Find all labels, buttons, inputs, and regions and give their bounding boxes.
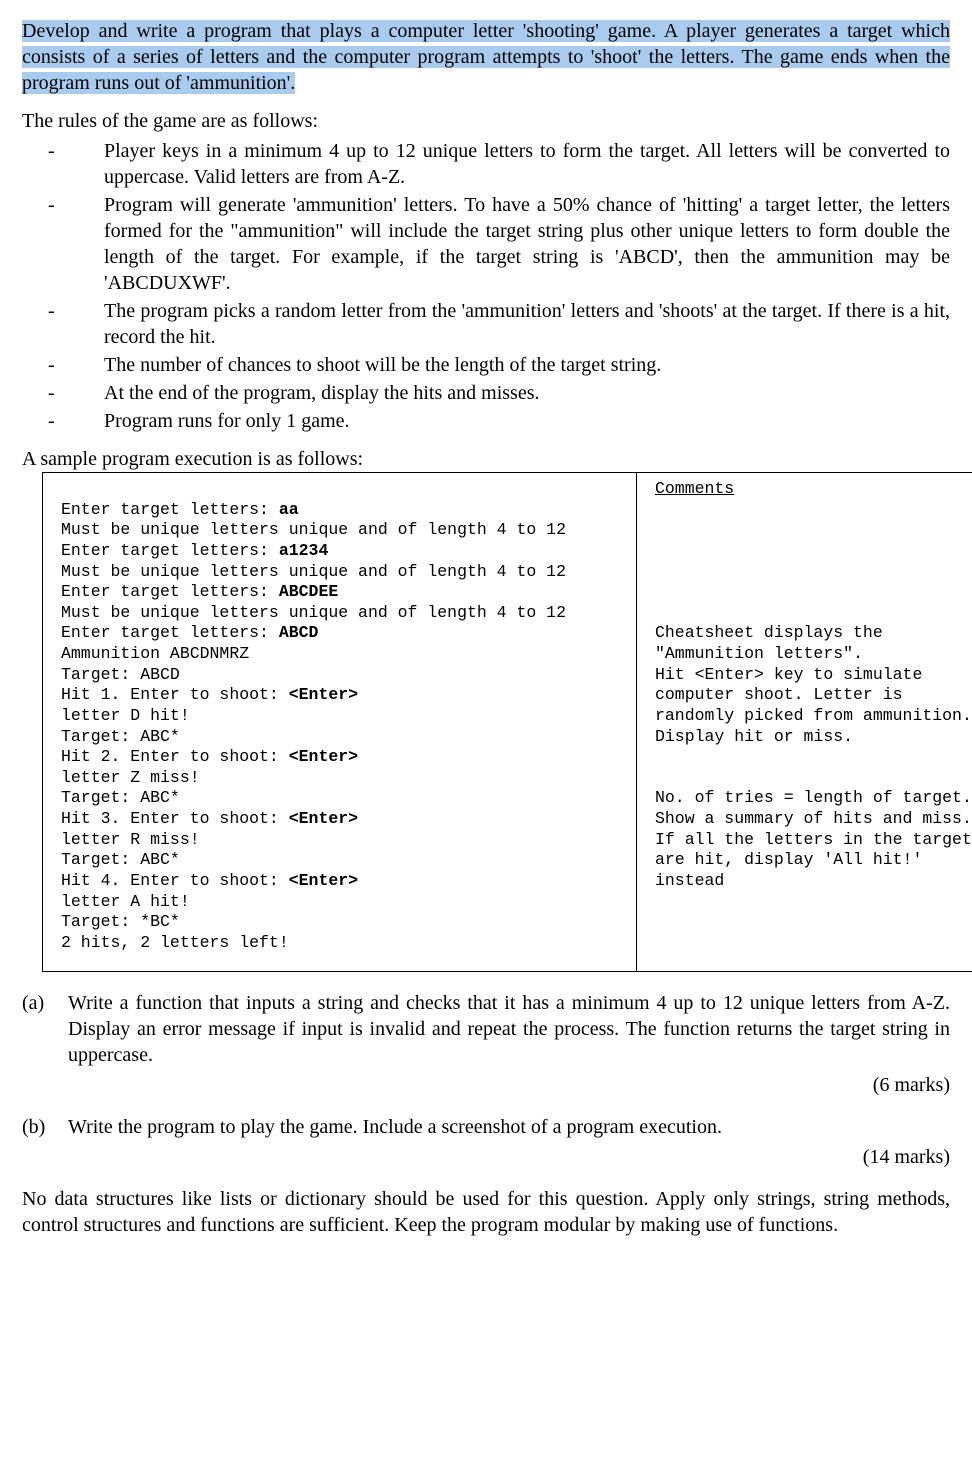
rules-list: -Player keys in a minimum 4 up to 12 uni… (22, 138, 950, 434)
bullet-dash: - (22, 192, 104, 296)
rule-text: Program runs for only 1 game. (104, 408, 950, 434)
question-a-text: Write a function that inputs a string an… (68, 990, 950, 1068)
rule-text: Player keys in a minimum 4 up to 12 uniq… (104, 138, 950, 190)
sample-output-cell: Enter target letters: aa Must be unique … (43, 473, 637, 972)
question-b-marks: (14 marks) (22, 1144, 950, 1170)
rule-text: The program picks a random letter from t… (104, 298, 950, 350)
list-item: -Player keys in a minimum 4 up to 12 uni… (22, 138, 950, 190)
bullet-dash: - (22, 408, 104, 434)
intro-highlight: Develop and write a program that plays a… (22, 20, 950, 94)
rule-text: Program will generate 'ammunition' lette… (104, 192, 950, 296)
sample-intro: A sample program execution is as follows… (22, 446, 950, 472)
final-note: No data structures like lists or diction… (22, 1186, 950, 1238)
list-item: -Program will generate 'ammunition' lett… (22, 192, 950, 296)
question-b-text: Write the program to play the game. Incl… (68, 1114, 950, 1140)
question-a-marks: (6 marks) (22, 1072, 950, 1098)
rule-text: The number of chances to shoot will be t… (104, 352, 950, 378)
rules-intro: The rules of the game are as follows: (22, 108, 950, 134)
bullet-dash: - (22, 352, 104, 378)
intro-para: Develop and write a program that plays a… (22, 18, 950, 96)
list-item: -At the end of the program, display the … (22, 380, 950, 406)
bullet-dash: - (22, 298, 104, 350)
list-item: -Program runs for only 1 game. (22, 408, 950, 434)
list-item: -The number of chances to shoot will be … (22, 352, 950, 378)
bullet-dash: - (22, 380, 104, 406)
question-b: (b) Write the program to play the game. … (22, 1114, 950, 1140)
question-a: (a) Write a function that inputs a strin… (22, 990, 950, 1068)
question-b-label: (b) (22, 1114, 68, 1140)
sample-comments-cell: Comments Cheatsheet displays the "Ammuni… (637, 473, 972, 972)
bullet-dash: - (22, 138, 104, 190)
question-a-label: (a) (22, 990, 68, 1068)
sample-table: Enter target letters: aa Must be unique … (42, 472, 972, 972)
comments-header: Comments (655, 479, 734, 498)
rule-text: At the end of the program, display the h… (104, 380, 950, 406)
list-item: -The program picks a random letter from … (22, 298, 950, 350)
